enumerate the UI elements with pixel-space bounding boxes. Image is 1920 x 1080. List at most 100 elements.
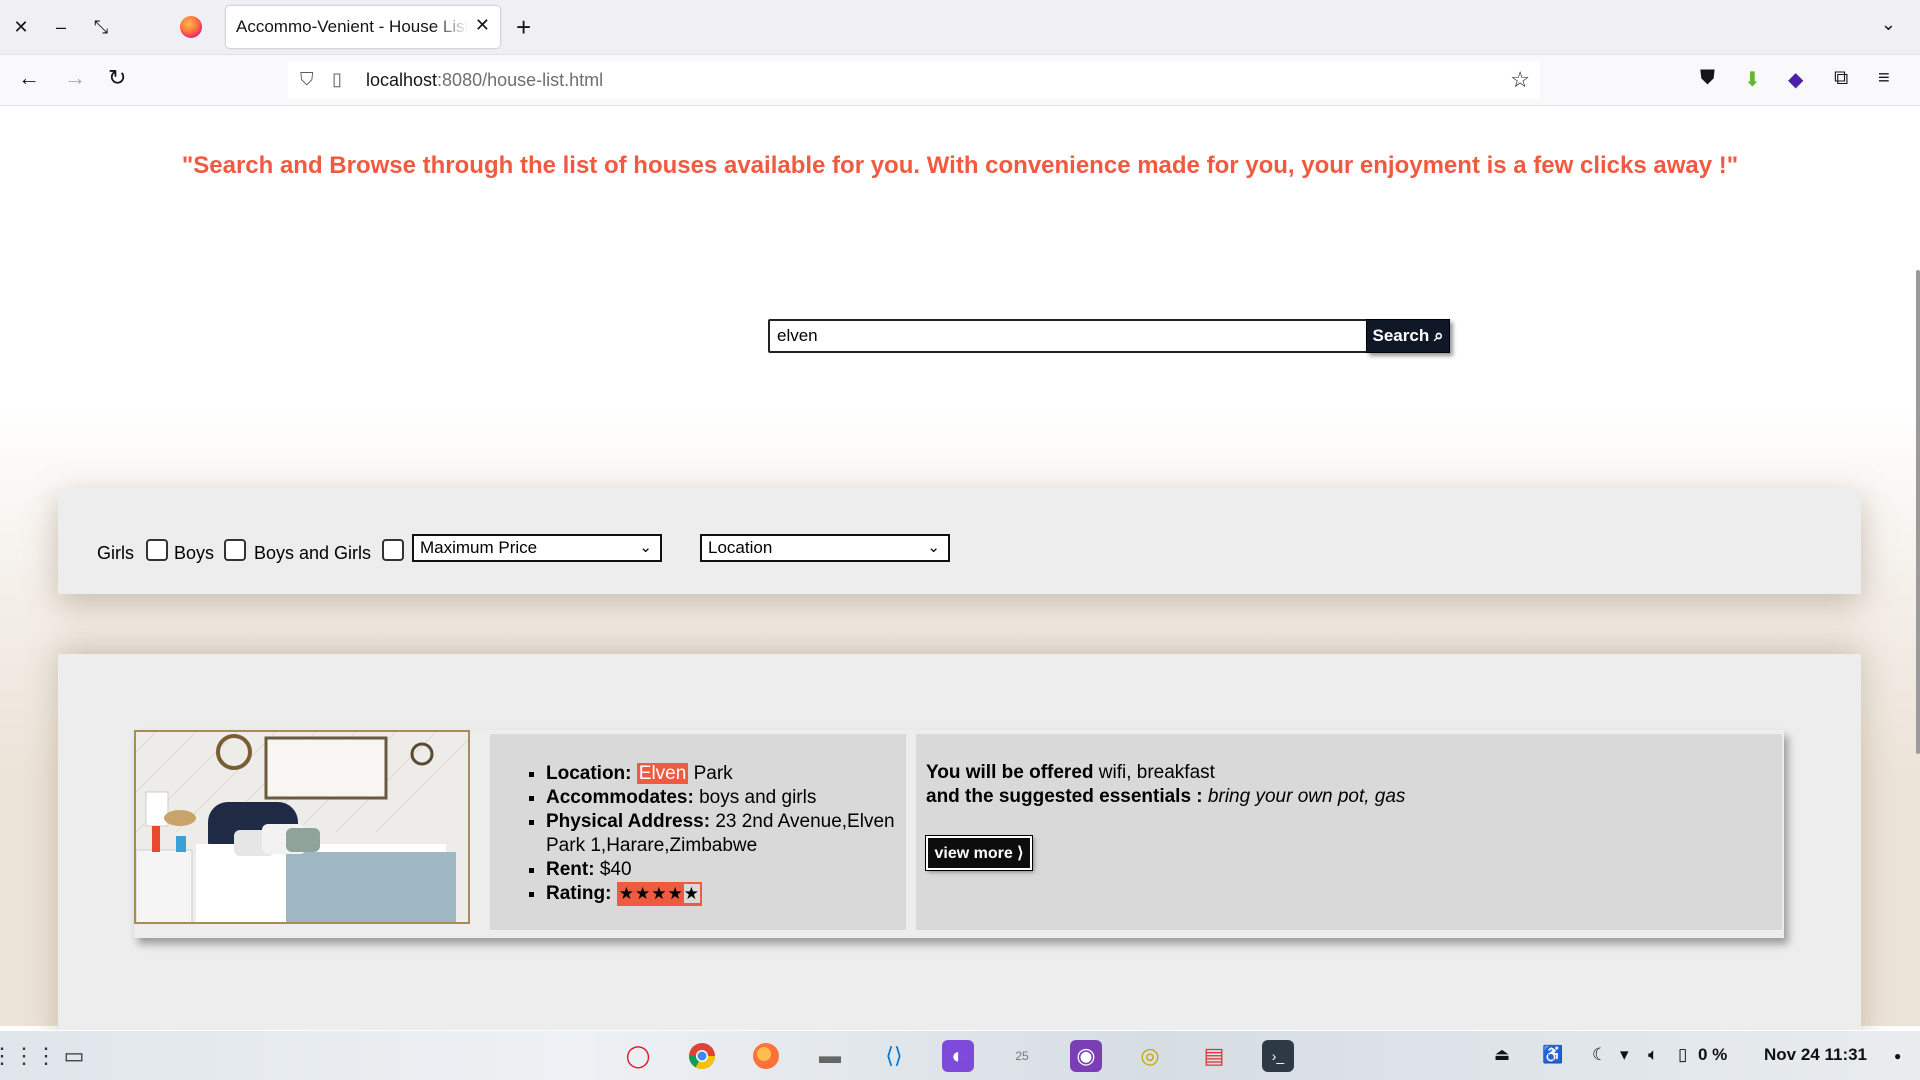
scrollbar[interactable] bbox=[1916, 270, 1920, 754]
house-offer-panel: You will be offered wifi, breakfast and … bbox=[916, 734, 1782, 930]
vscode-icon[interactable]: ⟨⟩ bbox=[878, 1040, 910, 1072]
girls-checkbox[interactable] bbox=[146, 539, 168, 561]
new-tab-icon[interactable]: + bbox=[516, 12, 531, 43]
page-tagline: "Search and Browse through the list of h… bbox=[181, 152, 1739, 179]
shield-icon[interactable]: ⛉ bbox=[300, 69, 314, 90]
house-details-list: Location: Elven Park Accommodates: boys … bbox=[490, 734, 906, 906]
accommodates-value: boys and girls bbox=[699, 787, 817, 808]
boys-checkbox[interactable] bbox=[224, 539, 246, 561]
search-highlight: Elven bbox=[636, 763, 689, 784]
chrome-icon[interactable] bbox=[686, 1040, 718, 1072]
terminal-icon[interactable]: ›_ bbox=[1262, 1040, 1294, 1072]
forward-icon[interactable]: → bbox=[64, 65, 86, 91]
url-host: localhost bbox=[366, 70, 438, 90]
calendar-icon[interactable]: 25 bbox=[1006, 1040, 1038, 1072]
rent-value: $40 bbox=[599, 859, 632, 880]
star-filled-icon: ★ bbox=[667, 884, 684, 903]
window-switcher-icon[interactable]: ▭ bbox=[58, 1040, 90, 1072]
puzzle-icon[interactable]: ⧉ bbox=[1834, 67, 1848, 90]
tab-close-icon[interactable]: ✕ bbox=[475, 15, 490, 36]
battery-icon[interactable]: ▯ bbox=[1678, 1045, 1687, 1065]
list-item: Accommodates: boys and girls bbox=[546, 786, 906, 810]
close-icon[interactable]: ✕ bbox=[8, 14, 34, 40]
boys-label: Boys bbox=[174, 543, 215, 563]
clock[interactable]: Nov 24 11:31 bbox=[1764, 1045, 1867, 1065]
rating-label: Rating: bbox=[546, 883, 612, 904]
list-item: Rent: $40 bbox=[546, 858, 906, 882]
url-bar[interactable]: ⛉ ▯ localhost:8080/house-list.html ☆ bbox=[288, 61, 1540, 99]
back-icon[interactable]: ← bbox=[18, 65, 40, 91]
chevron-down-icon: ⌄ bbox=[927, 539, 940, 556]
github-icon[interactable]: ◉ bbox=[1070, 1040, 1102, 1072]
extension-icon[interactable]: ◆ bbox=[1788, 67, 1803, 92]
list-item: Rating: ★★★★★ bbox=[546, 882, 906, 906]
url-text[interactable]: localhost:8080/house-list.html bbox=[366, 70, 603, 91]
offered-value: wifi, breakfast bbox=[1098, 762, 1215, 783]
url-path: :8080/house-list.html bbox=[437, 70, 604, 90]
filter-bar: Girls Boys Boys and Girls Maximum Price … bbox=[58, 488, 1861, 594]
location-select-value: Location bbox=[708, 538, 773, 557]
accommodates-label: Accommodates: bbox=[546, 787, 694, 808]
reload-icon[interactable]: ↻ bbox=[108, 65, 126, 91]
download-icon[interactable]: ⬇ bbox=[1744, 67, 1761, 92]
accessibility-icon[interactable]: ♿ bbox=[1542, 1045, 1563, 1065]
firefox-icon[interactable] bbox=[180, 16, 202, 38]
location-select[interactable]: Location ⌄ bbox=[700, 534, 950, 562]
menu-icon[interactable]: ≡ bbox=[1878, 67, 1890, 90]
notification-dot-icon[interactable]: ● bbox=[1894, 1049, 1901, 1063]
opera-icon[interactable]: ◯ bbox=[622, 1040, 654, 1072]
location-rest: Park bbox=[688, 763, 733, 784]
browser-tab-bar: ✕ – ⤡ Accommo-Venient - House Listings ✕… bbox=[0, 0, 1920, 55]
browser-nav-bar: ← → ↻ ⛉ ▯ localhost:8080/house-list.html… bbox=[0, 55, 1920, 106]
star-empty-icon: ★ bbox=[683, 884, 700, 903]
firefox-glyph bbox=[753, 1043, 779, 1069]
view-more-button[interactable]: view more ⟩ bbox=[925, 835, 1033, 871]
page-viewport: "Search and Browse through the list of h… bbox=[0, 106, 1920, 1030]
tor-icon[interactable]: ◐ bbox=[942, 1040, 974, 1072]
rating-stars: ★★★★★ bbox=[616, 882, 702, 906]
app-grid-icon[interactable]: ⋮⋮⋮ bbox=[0, 1040, 57, 1072]
max-price-select[interactable]: Maximum Price ⌄ bbox=[412, 534, 662, 562]
chrome-glyph bbox=[688, 1043, 716, 1070]
restore-icon[interactable]: ⤡ bbox=[88, 14, 114, 40]
pocket-icon[interactable]: ⛊ bbox=[1700, 67, 1715, 90]
star-filled-icon: ★ bbox=[634, 884, 652, 903]
battery-percent: 0 % bbox=[1698, 1045, 1728, 1064]
tab-list-icon[interactable]: ⌄ bbox=[1881, 14, 1896, 35]
house-photo-illustration bbox=[136, 732, 468, 922]
search-button[interactable]: Search ⌕ bbox=[1366, 319, 1450, 353]
offered-line: You will be offered wifi, breakfast bbox=[926, 762, 1215, 784]
boys-and-girls-checkbox[interactable] bbox=[382, 539, 404, 561]
night-light-icon[interactable]: ☾ bbox=[1592, 1045, 1607, 1065]
search-input[interactable] bbox=[768, 319, 1370, 353]
bookmark-star-icon[interactable]: ☆ bbox=[1510, 67, 1530, 93]
browser-tab[interactable]: Accommo-Venient - House Listings ✕ bbox=[226, 6, 500, 48]
volume-icon[interactable]: 🔈︎ bbox=[1648, 1045, 1658, 1065]
tab-title: Accommo-Venient - House Listings bbox=[236, 17, 468, 36]
page-icon[interactable]: ▯ bbox=[332, 69, 342, 90]
files-icon[interactable]: ▬ bbox=[814, 1040, 846, 1072]
boys-and-girls-label: Boys and Girls bbox=[254, 543, 372, 563]
wifi-icon[interactable]: ▾ bbox=[1620, 1045, 1629, 1065]
text-editor-icon[interactable]: ▤ bbox=[1198, 1040, 1230, 1072]
eject-icon[interactable]: ⏏ bbox=[1494, 1045, 1510, 1065]
firefox-icon[interactable] bbox=[750, 1040, 782, 1072]
house-details-panel: Location: Elven Park Accommodates: boys … bbox=[490, 734, 906, 930]
max-price-select-value: Maximum Price bbox=[420, 538, 538, 557]
rent-label: Rent: bbox=[546, 859, 595, 880]
offered-label: You will be offered bbox=[926, 762, 1094, 783]
list-item: Location: Elven Park bbox=[546, 762, 906, 786]
chevron-down-icon: ⌄ bbox=[639, 539, 652, 556]
essentials-value: bring your own pot, gas bbox=[1207, 786, 1406, 807]
star-filled-icon: ★ bbox=[618, 884, 635, 903]
list-item: Physical Address: 23 2nd Avenue,Elven Pa… bbox=[546, 810, 906, 858]
house-card: Location: Elven Park Accommodates: boys … bbox=[134, 730, 1784, 938]
girls-label: Girls bbox=[97, 543, 134, 563]
essentials-line: and the suggested essentials : bring you… bbox=[926, 786, 1405, 808]
star-filled-icon: ★ bbox=[651, 884, 668, 903]
essentials-label: and the suggested essentials : bbox=[926, 786, 1203, 807]
taskbar: ⋮⋮⋮ ▭ ◯ ▬ ⟨⟩ ◐ 25 ◉ ◎ ▤ ›_ ⏏ ♿ ☾ ▾ 🔈︎ ▯ … bbox=[0, 1031, 1920, 1080]
house-image[interactable] bbox=[134, 730, 470, 924]
rhythmbox-icon[interactable]: ◎ bbox=[1134, 1040, 1166, 1072]
minimize-icon[interactable]: – bbox=[48, 14, 74, 40]
